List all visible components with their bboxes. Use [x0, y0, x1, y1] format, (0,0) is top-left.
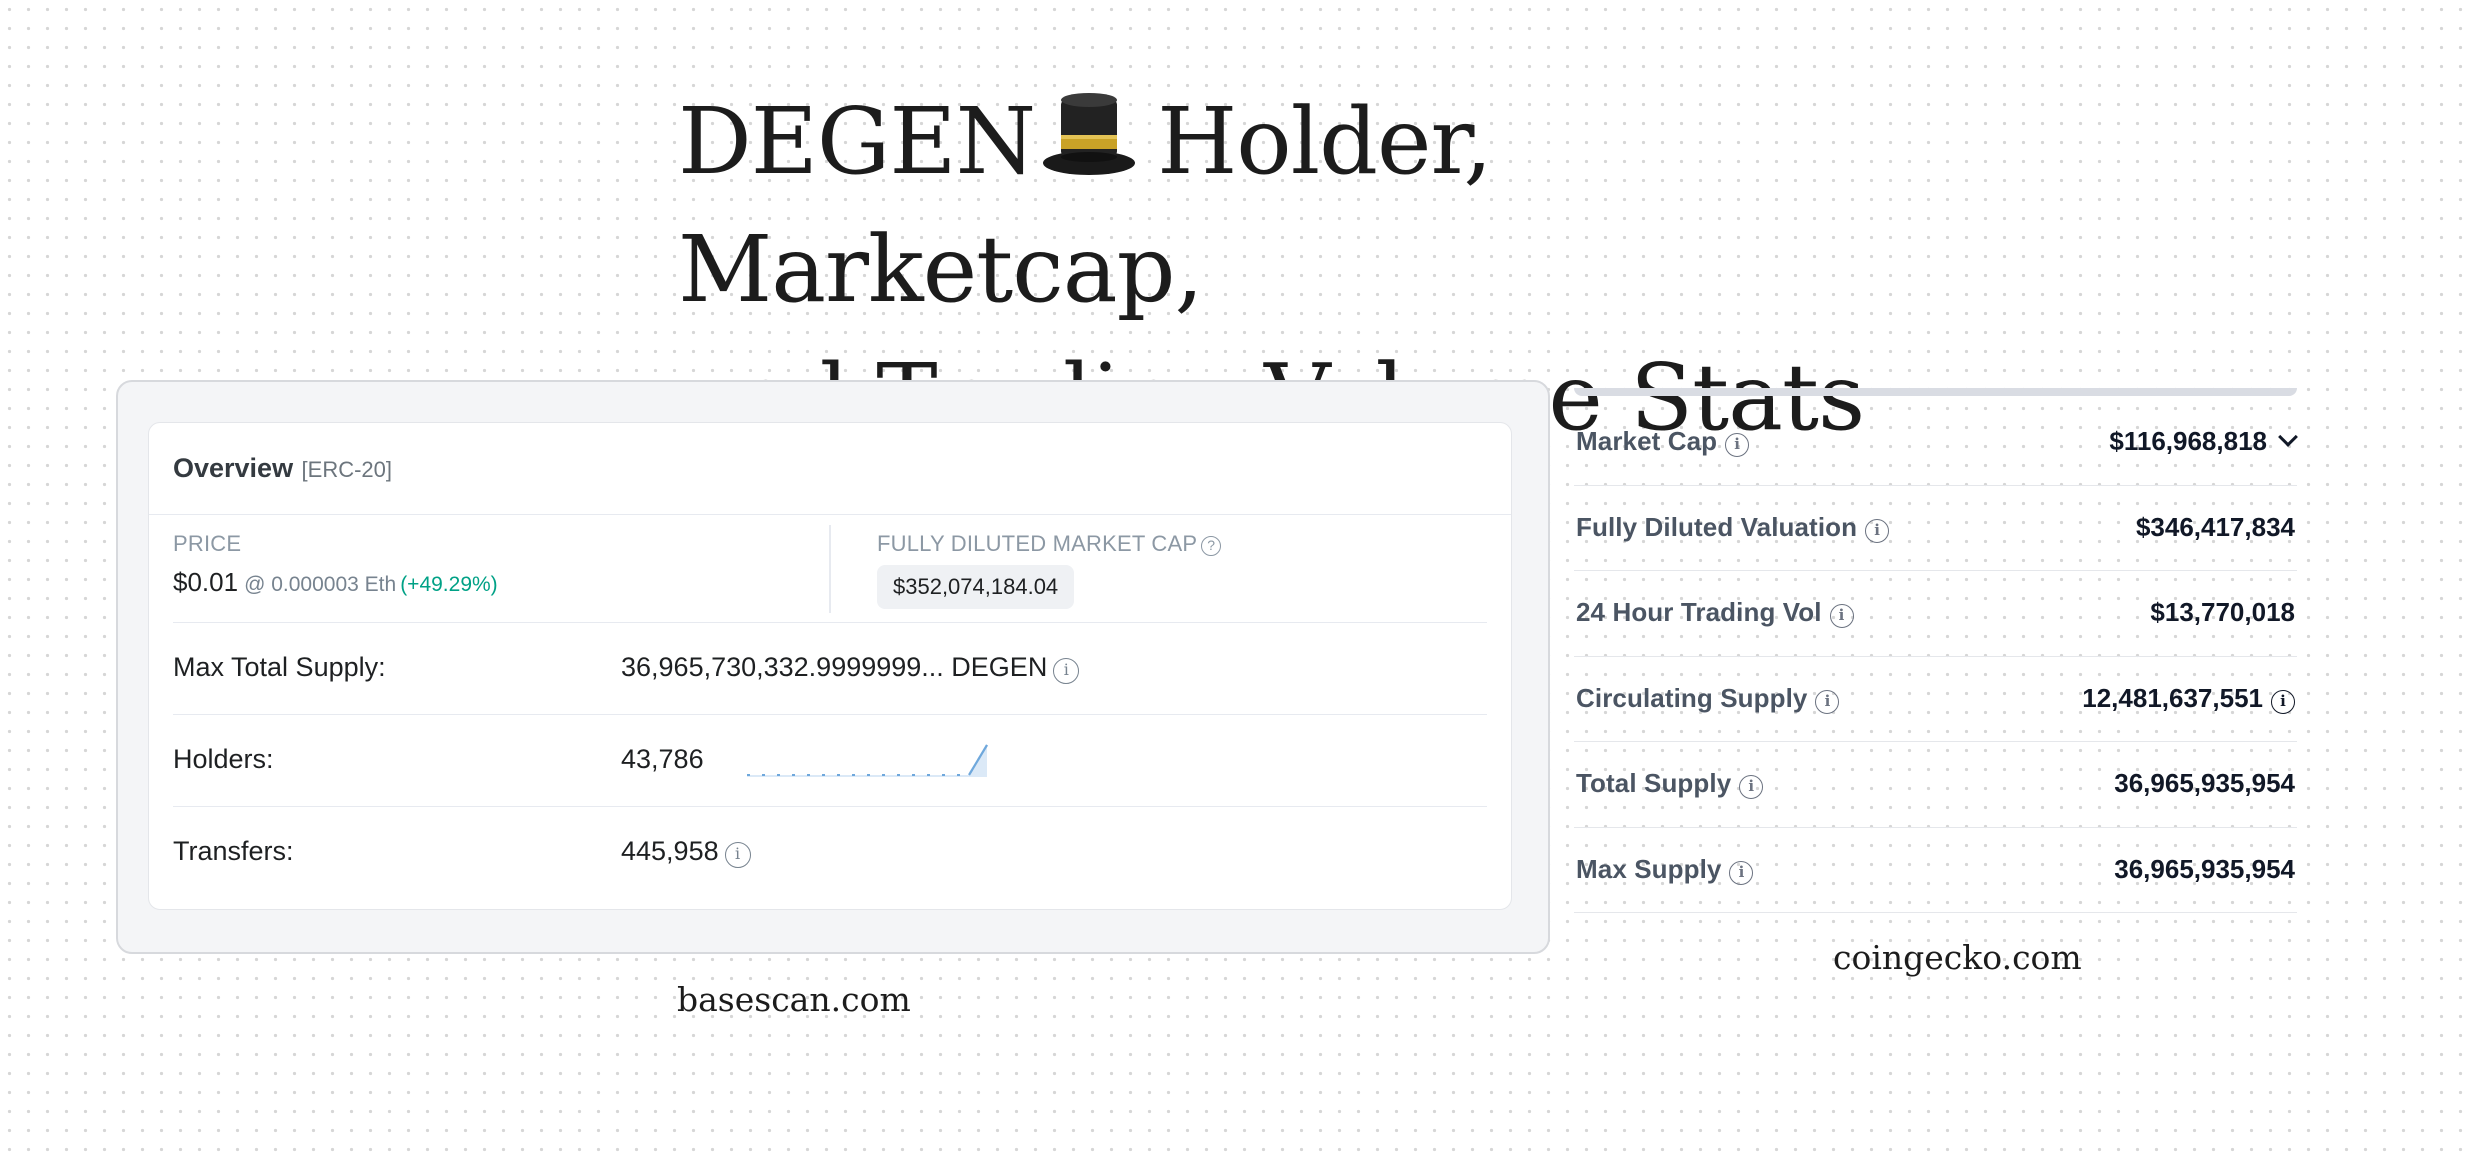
circulating-supply-label-wrap: Circulating Supply i [1576, 682, 1840, 714]
holders-row: Holders: 43,786 [173, 715, 1487, 807]
coingecko-panel: Market Cap i $116,968,818 Fully Diluted V… [1574, 388, 2298, 913]
column-divider [829, 525, 831, 613]
price-value: $0.01 [173, 567, 239, 597]
transfers-row: Transfers: 445,958 i [173, 807, 1487, 903]
max-total-supply-value: 36,965,730,332.9999999... DEGEN [621, 652, 1048, 682]
fdmc-value: $352,074,184.04 [877, 565, 1075, 609]
circulating-supply-label: Circulating Supply [1576, 682, 1808, 713]
circulating-supply-value: 12,481,637,551 [2082, 682, 2263, 713]
market-cap-value: $116,968,818 [2109, 426, 2267, 456]
max-supply-label: Max Supply [1576, 853, 1722, 884]
max-total-supply-value-wrap: 36,965,730,332.9999999... DEGEN i [621, 652, 1080, 684]
holders-label: Holders: [173, 744, 274, 774]
info-icon[interactable]: i [1725, 433, 1750, 457]
sparkline-line [747, 744, 988, 776]
info-icon[interactable]: i [1053, 658, 1080, 684]
price-label: PRICE [173, 531, 242, 556]
price-section: PRICE $0.01 @ 0.000003 Eth (+49.29%) [173, 531, 498, 598]
sparkline-area [747, 745, 987, 777]
market-cap-value-wrap: $116,968,818 [2109, 426, 2298, 457]
chevron-down-icon[interactable] [2278, 427, 2298, 447]
holders-value: 43,786 [621, 744, 704, 774]
market-cap-label: Market Cap [1576, 426, 1718, 456]
info-icon[interactable]: i [1739, 775, 1764, 799]
fdv-value: $346,417,834 [2135, 511, 2295, 542]
info-icon[interactable]: i [1815, 689, 1840, 714]
trading-vol-label: 24 Hour Trading Vol [1576, 597, 1822, 627]
fdmc-label: FULLY DILUTED MARKET CAP [877, 531, 1198, 556]
basescan-panel: Overview [ERC-20] PRICE $0.01 @ 0.000003 … [116, 380, 1550, 954]
info-icon[interactable]: i [1729, 860, 1754, 885]
price-line: $0.01 @ 0.000003 Eth (+49.29%) [173, 567, 498, 598]
trading-vol-label-wrap: 24 Hour Trading Vol i [1576, 597, 1854, 628]
max-supply-value: 36,965,935,954 [2114, 853, 2295, 884]
total-supply-label-wrap: Total Supply i [1576, 768, 1764, 799]
question-icon[interactable]: ? [1201, 536, 1222, 556]
fdv-row: Fully Diluted Valuation i $346,417,834 [1574, 486, 2297, 571]
overview-header: Overview [ERC-20] [149, 423, 1511, 515]
transfers-label: Transfers: [173, 836, 294, 866]
coingecko-top-bar [1574, 388, 2297, 396]
title-line-1: DEGEN Holder, Marketcap, [678, 78, 1978, 334]
max-supply-label-wrap: Max Supply i [1576, 853, 1754, 885]
circulating-supply-value-wrap: 12,481,637,551 i [2082, 683, 2295, 714]
holders-sparkline [747, 744, 988, 777]
fdmc-section: FULLY DILUTED MARKET CAP? $352,074,184.0… [877, 531, 1222, 609]
total-supply-row: Total Supply i 36,965,935,954 [1574, 742, 2297, 828]
info-icon[interactable]: i [1829, 604, 1854, 628]
fdmc-label-row: FULLY DILUTED MARKET CAP? [877, 531, 1222, 557]
max-supply-row: Max Supply i 36,965,935,954 [1574, 828, 2297, 913]
total-supply-value: 36,965,935,954 [2114, 768, 2295, 798]
info-icon[interactable]: i [1865, 518, 1890, 543]
transfers-value-wrap: 445,958 i [621, 836, 751, 868]
price-row: PRICE $0.01 @ 0.000003 Eth (+49.29%) FULLY… [173, 515, 1487, 623]
price-eth: @ 0.000003 Eth [244, 573, 397, 596]
total-supply-label: Total Supply [1576, 768, 1732, 798]
trading-vol-value: $13,770,018 [2150, 597, 2295, 627]
overview-card: Overview [ERC-20] PRICE $0.01 @ 0.000003 … [148, 422, 1512, 910]
top-hat-icon [1039, 83, 1139, 183]
max-total-supply-label: Max Total Supply: [173, 652, 386, 682]
circulating-supply-row: Circulating Supply i 12,481,637,551 i [1574, 657, 2297, 742]
basescan-caption: basescan.com [677, 980, 911, 1019]
price-change: (+49.29%) [400, 573, 498, 596]
fdv-label-wrap: Fully Diluted Valuation i [1576, 511, 1890, 543]
market-cap-row: Market Cap i $116,968,818 [1574, 400, 2298, 486]
trading-vol-row: 24 Hour Trading Vol i $13,770,018 [1574, 571, 2297, 657]
max-total-supply-row: Max Total Supply: 36,965,730,332.9999999… [173, 623, 1487, 715]
info-icon[interactable]: i [724, 842, 751, 868]
market-cap-label-wrap: Market Cap i [1576, 426, 1750, 457]
coingecko-caption: coingecko.com [1833, 938, 2082, 977]
info-icon[interactable]: i [2271, 689, 2295, 714]
token-standard-tag: [ERC-20] [301, 457, 393, 482]
overview-title: Overview [173, 453, 294, 483]
fdv-label: Fully Diluted Valuation [1576, 511, 1858, 542]
transfers-value: 445,958 [621, 836, 719, 866]
